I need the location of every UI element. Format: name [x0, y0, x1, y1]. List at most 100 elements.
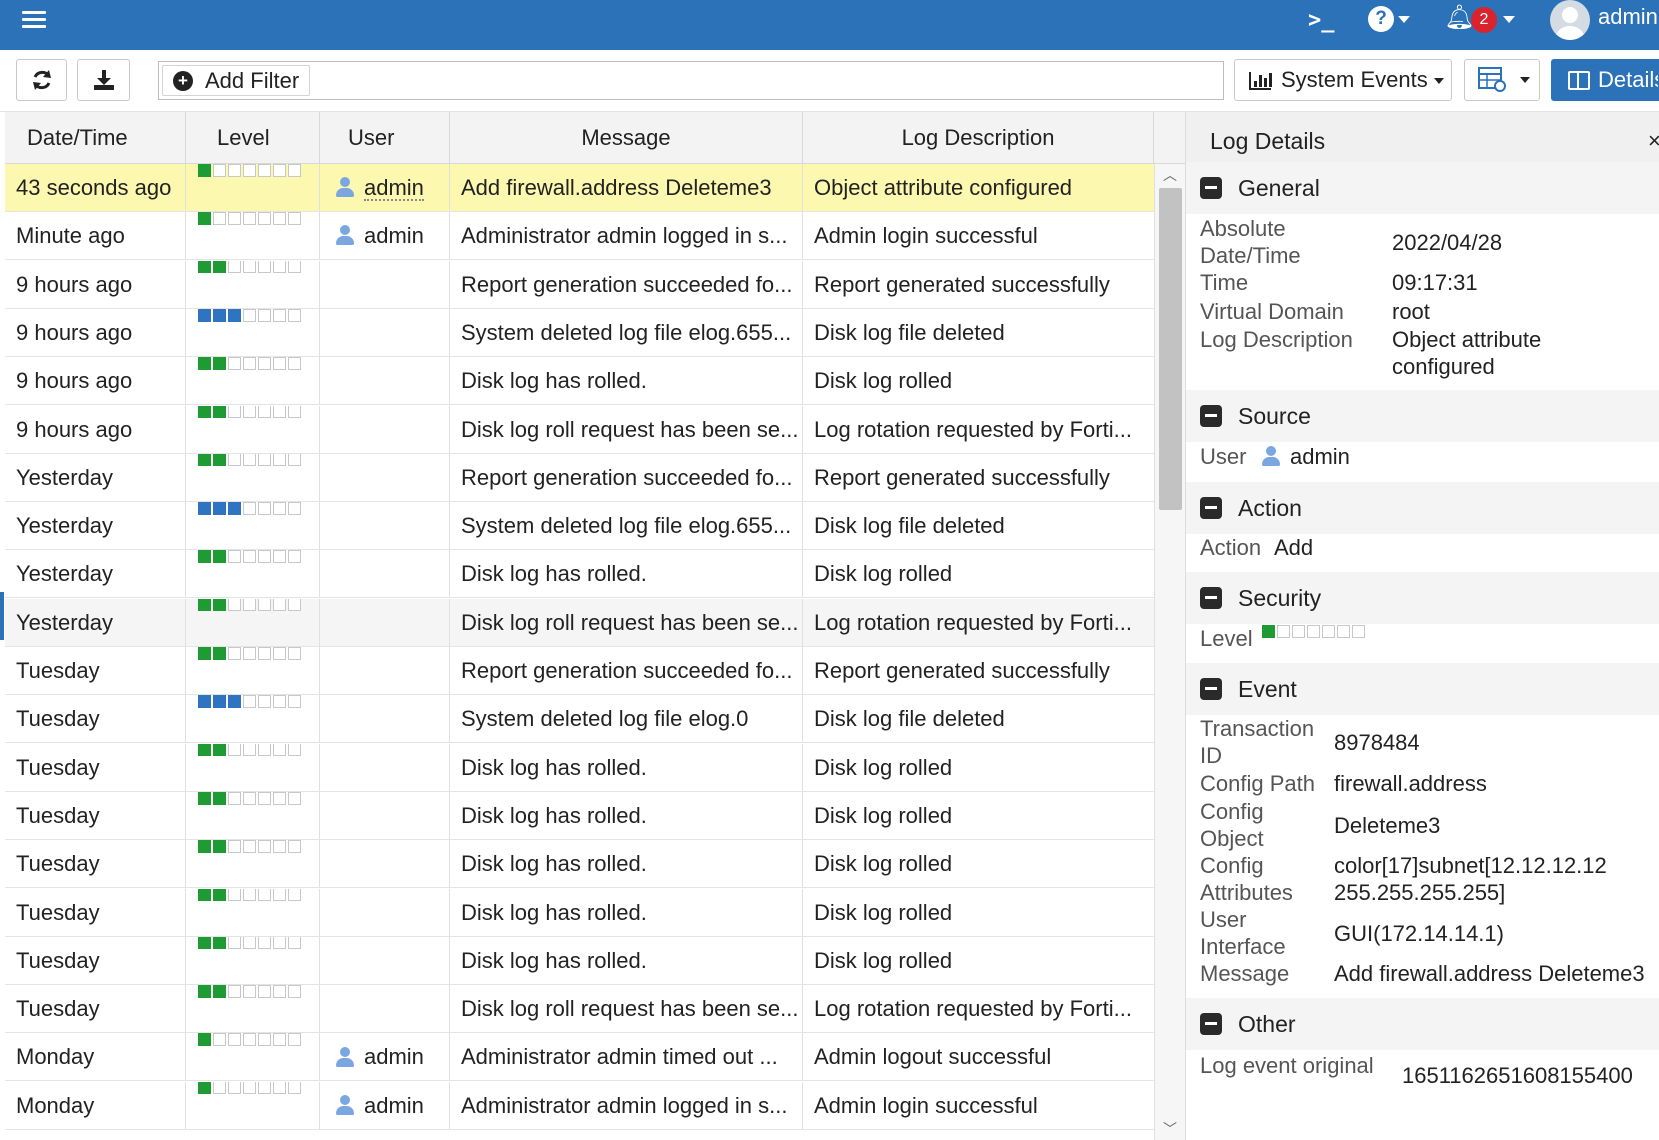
- cell-message: Disk log has rolled.: [450, 936, 803, 984]
- help-icon[interactable]: ?: [1368, 6, 1394, 32]
- filter-bar[interactable]: + Add Filter: [158, 61, 1224, 100]
- config-attributes-label: Config Attributes: [1200, 853, 1293, 905]
- cell-level: [186, 405, 320, 453]
- cell-log-description: Disk log file deleted: [814, 319, 1005, 345]
- collapse-icon[interactable]: [1200, 177, 1222, 199]
- level-indicator: [198, 647, 303, 694]
- details-toggle-button[interactable]: Details: [1551, 59, 1659, 101]
- cell-log-description: Admin login successful: [814, 223, 1038, 249]
- table-view-dropdown[interactable]: [1464, 59, 1540, 101]
- table-row[interactable]: 9 hours ago Disk log roll request has bee…: [5, 405, 1154, 454]
- cell-user: [320, 405, 450, 453]
- column-header-spacer: [1154, 112, 1185, 164]
- current-username[interactable]: admin: [1598, 4, 1658, 30]
- collapse-icon[interactable]: [1200, 405, 1222, 427]
- table-row[interactable]: Minute ago admin Administrator admin logge…: [5, 212, 1154, 261]
- level-indicator: [198, 357, 303, 404]
- user-interface-label: User Interface: [1200, 907, 1286, 959]
- cell-log-description: Report generated successfully: [814, 464, 1110, 490]
- transaction-id-label: Transaction ID: [1200, 716, 1315, 768]
- column-header-datetime[interactable]: Date/Time: [5, 112, 186, 164]
- table-row[interactable]: 9 hours ago Disk log has rolled. Disk log …: [5, 357, 1154, 406]
- cell-datetime: Tuesday: [5, 695, 186, 743]
- section-general-header[interactable]: General: [1186, 162, 1659, 214]
- cell-user: [320, 743, 450, 791]
- column-header-user[interactable]: User: [320, 112, 450, 164]
- absolute-datetime-value: 2022/04/28: [1392, 230, 1503, 255]
- table-row[interactable]: Monday admin Administrator admin logged in…: [5, 1081, 1154, 1130]
- user-name[interactable]: admin: [364, 1093, 424, 1118]
- cell-message: Administrator admin logged in s...: [450, 1081, 803, 1129]
- section-other-header[interactable]: Other: [1186, 998, 1659, 1050]
- cell-user: [320, 502, 450, 550]
- user-icon: [336, 1094, 354, 1115]
- refresh-button[interactable]: [16, 59, 67, 101]
- collapse-icon[interactable]: [1200, 1013, 1222, 1035]
- table-row[interactable]: 9 hours ago Report generation succeeded f…: [5, 260, 1154, 309]
- table-scrollbar[interactable]: ︿ ﹀: [1154, 164, 1185, 1140]
- user-name[interactable]: admin: [364, 177, 424, 201]
- column-header-message[interactable]: Message: [450, 112, 803, 164]
- chevron-down-icon[interactable]: [1503, 16, 1515, 23]
- table-row[interactable]: 43 seconds ago admin Add firewall.address …: [5, 164, 1154, 212]
- collapse-icon[interactable]: [1200, 587, 1222, 609]
- menu-icon[interactable]: [22, 7, 46, 29]
- cell-user: [320, 985, 450, 1033]
- cell-log-description: Log rotation requested by Forti...: [814, 996, 1132, 1022]
- message-value: Add firewall.address Deleteme3: [1334, 961, 1645, 986]
- add-filter-label: Add Filter: [205, 68, 300, 93]
- table-row[interactable]: Tuesday Report generation succeeded fo...…: [5, 647, 1154, 695]
- chevron-down-icon[interactable]: [1398, 16, 1410, 23]
- cell-level: [186, 888, 320, 936]
- cell-message: Disk log has rolled.: [450, 840, 803, 888]
- add-filter-button[interactable]: + Add Filter: [162, 65, 311, 96]
- table-row[interactable]: Yesterday System deleted log file elog.65…: [5, 502, 1154, 551]
- scroll-up-icon[interactable]: ︿: [1155, 164, 1185, 186]
- table-row[interactable]: Monday admin Administrator admin timed out…: [5, 1033, 1154, 1082]
- table-row[interactable]: Tuesday System deleted log file elog.0 Dis…: [5, 695, 1154, 744]
- collapse-icon[interactable]: [1200, 678, 1222, 700]
- cell-datetime: Tuesday: [5, 791, 186, 839]
- cell-level: [186, 840, 320, 888]
- cli-console-icon[interactable]: >_: [1308, 6, 1335, 36]
- column-header-level[interactable]: Level: [186, 112, 320, 164]
- collapse-icon[interactable]: [1200, 497, 1222, 519]
- cell-log-description: Disk log rolled: [814, 899, 953, 925]
- cell-user: [320, 791, 450, 839]
- section-security-header[interactable]: Security: [1186, 572, 1659, 624]
- cell-log-description: Disk log rolled: [814, 947, 953, 973]
- table-row[interactable]: Yesterday Disk log has rolled. Disk log ro…: [5, 550, 1154, 599]
- cell-user: [320, 936, 450, 984]
- user-avatar-icon[interactable]: [1550, 0, 1590, 40]
- scrollbar-thumb[interactable]: [1159, 188, 1182, 510]
- log-type-dropdown[interactable]: System Events: [1234, 59, 1452, 101]
- section-event-header[interactable]: Event: [1186, 663, 1659, 715]
- column-header-log-description[interactable]: Log Description: [803, 112, 1154, 164]
- table-row[interactable]: Yesterday Report generation succeeded fo.…: [5, 453, 1154, 502]
- table-row[interactable]: Tuesday Disk log has rolled. Disk log roll…: [5, 791, 1154, 840]
- level-indicator: [198, 1081, 303, 1129]
- table-row[interactable]: Tuesday Disk log has rolled. Disk log roll…: [5, 888, 1154, 937]
- cell-level: [186, 791, 320, 839]
- download-button[interactable]: [77, 59, 130, 101]
- table-row[interactable]: Tuesday Disk log has rolled. Disk log roll…: [5, 743, 1154, 792]
- cell-message: Report generation succeeded fo...: [450, 647, 803, 694]
- table-row[interactable]: Tuesday Disk log has rolled. Disk log roll…: [5, 840, 1154, 889]
- section-action-title: Action: [1238, 495, 1302, 521]
- message-label: Message: [1200, 961, 1290, 986]
- user-name[interactable]: admin: [364, 223, 424, 248]
- section-source-header[interactable]: Source: [1186, 390, 1659, 442]
- scroll-down-icon[interactable]: ﹀: [1155, 1118, 1185, 1140]
- cell-datetime: Tuesday: [5, 888, 186, 936]
- table-row[interactable]: Tuesday Disk log roll request has been se…: [5, 985, 1154, 1034]
- section-action-header[interactable]: Action: [1186, 482, 1659, 534]
- cell-user: [320, 840, 450, 888]
- bell-icon[interactable]: 🔔︎: [1444, 3, 1474, 33]
- cell-message: Add firewall.address Deleteme3: [450, 164, 803, 211]
- panel-icon: [1568, 71, 1590, 90]
- table-row[interactable]: Tuesday Disk log has rolled. Disk log roll…: [5, 936, 1154, 985]
- user-name[interactable]: admin: [364, 1044, 424, 1069]
- table-row[interactable]: 9 hours ago System deleted log file elog.…: [5, 308, 1154, 357]
- table-row[interactable]: Yesterday Disk log roll request has been …: [5, 598, 1154, 647]
- virtual-domain-value: root: [1392, 299, 1430, 324]
